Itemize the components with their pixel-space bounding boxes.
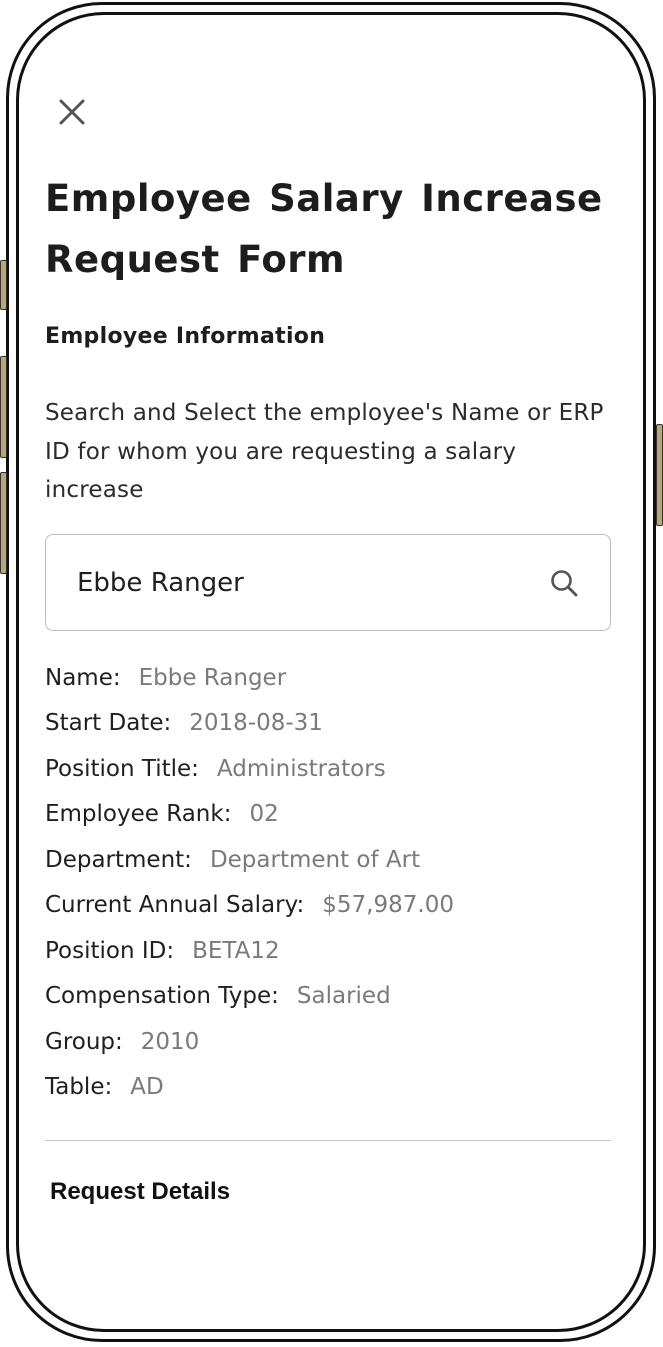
detail-value: $57,987.00 [322,892,454,919]
request-details-heading: Request Details [50,1178,231,1205]
detail-row-group: Group: 2010 [45,1019,611,1065]
volume-up-button [0,356,7,458]
detail-label: Compensation Type: [45,983,279,1010]
employee-search-input[interactable] [77,567,548,598]
detail-label: Position Title: [45,755,199,782]
detail-value: BETA12 [192,937,280,964]
detail-label: Employee Rank: [45,801,232,828]
detail-label: Table: [45,1074,113,1101]
detail-label: Current Annual Salary: [45,892,305,919]
detail-row-position-id: Position ID: BETA12 [45,928,611,974]
detail-label: Name: [45,664,121,691]
section-divider [45,1140,611,1141]
detail-label: Group: [45,1028,123,1055]
detail-row-compensation-type: Compensation Type: Salaried [45,974,611,1020]
detail-row-current-annual-salary: Current Annual Salary: $57,987.00 [45,883,611,929]
detail-value: Salaried [296,983,391,1010]
close-button[interactable] [52,92,92,132]
detail-label: Start Date: [45,710,172,737]
detail-value: 02 [249,801,279,828]
employee-search-field[interactable] [45,534,611,631]
detail-row-position-title: Position Title: Administrators [45,746,611,792]
detail-value: Ebbe Ranger [138,664,287,691]
search-icon[interactable] [548,567,580,599]
detail-row-start-date: Start Date: 2018-08-31 [45,701,611,747]
page-title: Employee Salary Increase Request Form [45,177,603,281]
volume-down-button [0,472,7,574]
detail-row-table: Table: AD [45,1065,611,1111]
employee-information-heading: Employee Information [45,324,326,349]
close-icon [59,99,85,125]
detail-value: Department of Art [209,846,421,873]
detail-row-employee-rank: Employee Rank: 02 [45,792,611,838]
detail-value: Administrators [216,755,386,782]
detail-value: 2010 [140,1028,200,1055]
search-instructions: Search and Select the employee's Name or… [45,400,604,503]
employee-details-list: Name: Ebbe Ranger Start Date: 2018-08-31… [45,655,611,1110]
mute-switch [0,260,7,310]
power-button [656,424,663,526]
detail-value: AD [130,1074,164,1101]
detail-row-name: Name: Ebbe Ranger [45,655,611,701]
detail-label: Position ID: [45,937,175,964]
detail-label: Department: [45,846,192,873]
detail-value: 2018-08-31 [189,710,323,737]
detail-row-department: Department: Department of Art [45,837,611,883]
